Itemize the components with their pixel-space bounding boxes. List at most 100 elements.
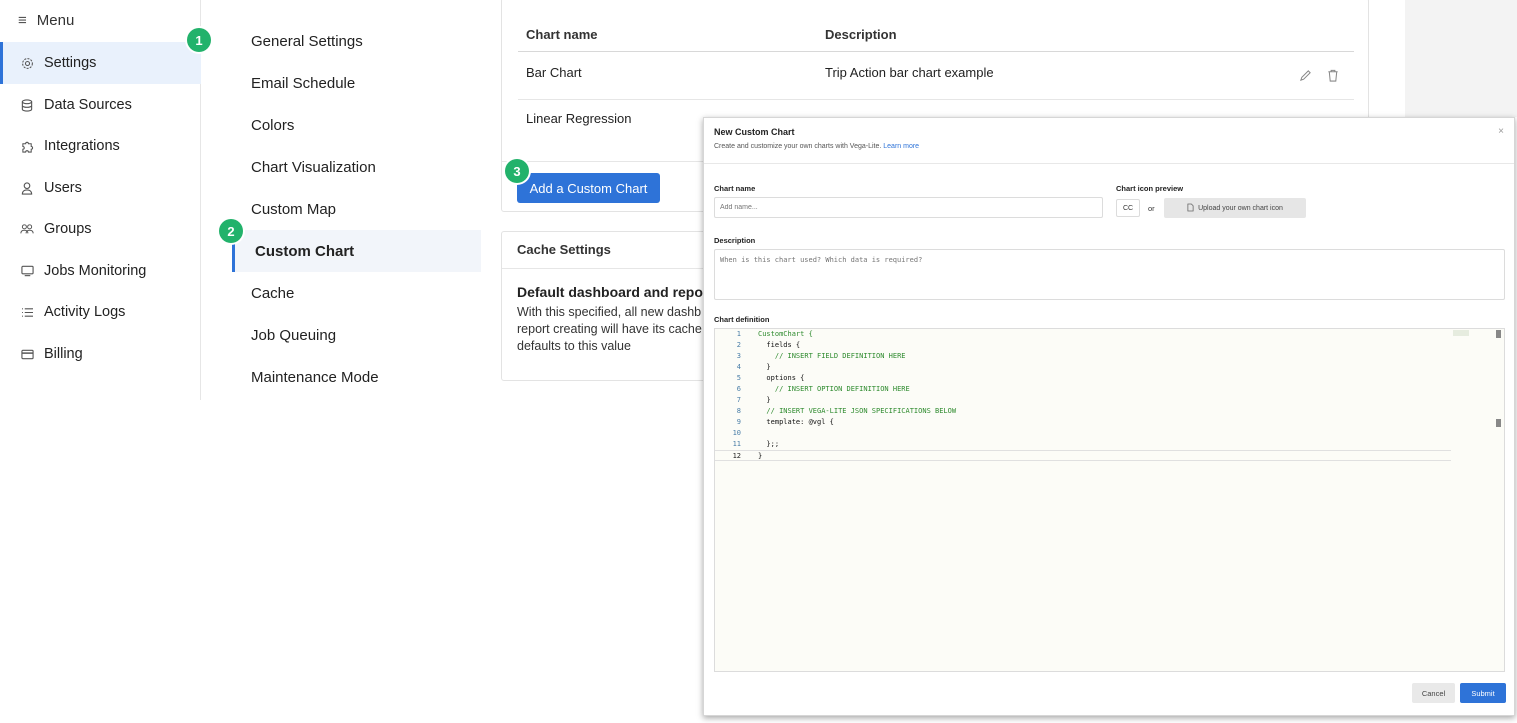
database-icon <box>20 98 34 112</box>
menu-toggle[interactable]: ≡ Menu <box>18 12 74 29</box>
gear-icon <box>20 56 34 70</box>
menu-item-label: Data Sources <box>44 97 132 113</box>
submenu-label: General Settings <box>251 32 363 50</box>
or-text: or <box>1148 204 1155 213</box>
menu-item-label: Jobs Monitoring <box>44 263 147 279</box>
editor-minimap[interactable] <box>1453 330 1469 336</box>
monitor-icon <box>20 264 34 278</box>
submenu-custom-map[interactable]: Custom Map <box>232 188 481 230</box>
submenu-label: Email Schedule <box>251 74 356 92</box>
line-number: 9 <box>736 418 741 426</box>
code-text: // INSERT VEGA-LITE JSON SPECIFICATIONS … <box>758 407 957 415</box>
cache-heading: Default dashboard and report <box>517 284 714 300</box>
line-number: 7 <box>736 396 741 404</box>
row-description: Trip Action bar chart example <box>825 65 994 80</box>
menu-item-label: Integrations <box>44 138 120 154</box>
edit-icon[interactable] <box>1298 68 1312 82</box>
code-text: // INSERT OPTION DEFINITION HERE <box>758 385 910 393</box>
cache-line: defaults to this value <box>517 339 631 353</box>
line-number: 1 <box>736 330 741 338</box>
close-icon[interactable]: × <box>1498 126 1504 137</box>
modal-subtitle: Create and customize your own charts wit… <box>714 143 919 150</box>
chart-name-label: Chart name <box>714 184 756 193</box>
menu-header-label: Menu <box>36 12 75 29</box>
chart-icon-preview-label: Chart icon preview <box>1116 184 1184 193</box>
user-icon <box>20 181 34 195</box>
upload-button-label: Upload your own chart icon <box>1198 204 1283 212</box>
step-badge-2: 2 <box>219 219 243 243</box>
modal-subtitle-text: Create and customize your own charts wit… <box>714 143 882 150</box>
column-header-description: Description <box>825 27 897 42</box>
submenu-label: Custom Map <box>251 200 337 218</box>
submenu-maintenance-mode[interactable]: Maintenance Mode <box>232 356 481 398</box>
code-text: // INSERT FIELD DEFINITION HERE <box>758 352 906 360</box>
cache-settings-title: Cache Settings <box>517 242 611 257</box>
line-number: 2 <box>736 341 741 349</box>
code-line: 8 // INSERT VEGA-LITE JSON SPECIFICATION… <box>715 406 1451 417</box>
submenu-colors[interactable]: Colors <box>232 104 481 146</box>
row-divider <box>518 99 1354 100</box>
menu-item-label: Billing <box>44 346 83 362</box>
main-menu: ≡ Menu Settings Data Sources Integration… <box>0 0 201 400</box>
learn-more-link[interactable]: Learn more <box>883 143 919 150</box>
code-line: 11 };; <box>715 439 1451 450</box>
new-custom-chart-modal: New Custom Chart Create and customize yo… <box>703 117 1515 716</box>
submenu-label: Job Queuing <box>251 326 337 344</box>
code-line-current: 12} <box>715 450 1451 461</box>
row-chart-name: Linear Regression <box>526 111 632 126</box>
editor-scrollbar[interactable] <box>1496 330 1501 338</box>
line-number: 4 <box>736 363 741 371</box>
code-text: fields { <box>758 341 801 349</box>
submenu-cache[interactable]: Cache <box>232 272 481 314</box>
submenu-label: Cache <box>251 284 295 302</box>
submenu-job-queuing[interactable]: Job Queuing <box>232 314 481 356</box>
menu-item-billing[interactable]: Billing <box>0 333 201 375</box>
hamburger-icon: ≡ <box>18 12 27 29</box>
menu-item-jobs-monitoring[interactable]: Jobs Monitoring <box>0 250 201 292</box>
submenu-general-settings[interactable]: General Settings <box>232 20 481 62</box>
menu-item-settings[interactable]: Settings <box>0 42 201 84</box>
column-header-chart-name: Chart name <box>526 27 598 42</box>
cache-description: With this specified, all new dashb repor… <box>517 304 702 355</box>
submenu-custom-chart[interactable]: Custom Chart <box>232 230 481 272</box>
chart-icon-preview: CC <box>1116 199 1140 217</box>
step-badge-1: 1 <box>187 28 211 52</box>
line-number: 8 <box>736 407 741 415</box>
header-divider <box>518 51 1354 52</box>
submenu-label: Maintenance Mode <box>251 368 379 386</box>
menu-item-groups[interactable]: Groups <box>0 208 201 250</box>
code-line: 4 } <box>715 362 1451 373</box>
editor-scroll-marker[interactable] <box>1496 419 1501 427</box>
row-chart-name: Bar Chart <box>526 65 582 80</box>
submenu-email-schedule[interactable]: Email Schedule <box>232 62 481 104</box>
background-strip <box>1405 0 1517 117</box>
description-textarea[interactable] <box>714 249 1505 300</box>
menu-item-integrations[interactable]: Integrations <box>0 125 201 167</box>
code-text: } <box>758 363 771 371</box>
code-editor[interactable]: 1 CustomChart { 2 fields { 3 // INSERT FI… <box>714 328 1505 672</box>
submenu-chart-visualization[interactable]: Chart Visualization <box>232 146 481 188</box>
add-custom-chart-button[interactable]: Add a Custom Chart <box>517 173 660 203</box>
group-icon <box>20 222 34 236</box>
line-number: 12 <box>732 452 741 460</box>
menu-item-activity-logs[interactable]: Activity Logs <box>0 291 201 333</box>
delete-icon[interactable] <box>1326 68 1340 82</box>
chart-definition-label: Chart definition <box>714 315 770 324</box>
chart-name-input[interactable] <box>714 197 1103 218</box>
code-line: 7 } <box>715 395 1451 406</box>
code-text: options { <box>758 374 805 382</box>
code-text: } <box>758 396 771 404</box>
menu-item-data-sources[interactable]: Data Sources <box>0 84 201 126</box>
code-line: 10 <box>715 428 1451 439</box>
cancel-button[interactable]: Cancel <box>1412 683 1455 703</box>
list-icon <box>20 305 34 319</box>
menu-item-users[interactable]: Users <box>0 167 201 209</box>
code-line: 1 CustomChart { <box>715 329 1451 340</box>
puzzle-icon <box>20 139 34 153</box>
modal-header-divider <box>704 163 1514 164</box>
menu-item-label: Activity Logs <box>44 304 126 320</box>
code-line: 9 template: @vgl { <box>715 417 1451 428</box>
submit-button[interactable]: Submit <box>1460 683 1506 703</box>
upload-chart-icon-button[interactable]: Upload your own chart icon <box>1164 198 1306 218</box>
menu-item-label: Settings <box>44 55 97 71</box>
